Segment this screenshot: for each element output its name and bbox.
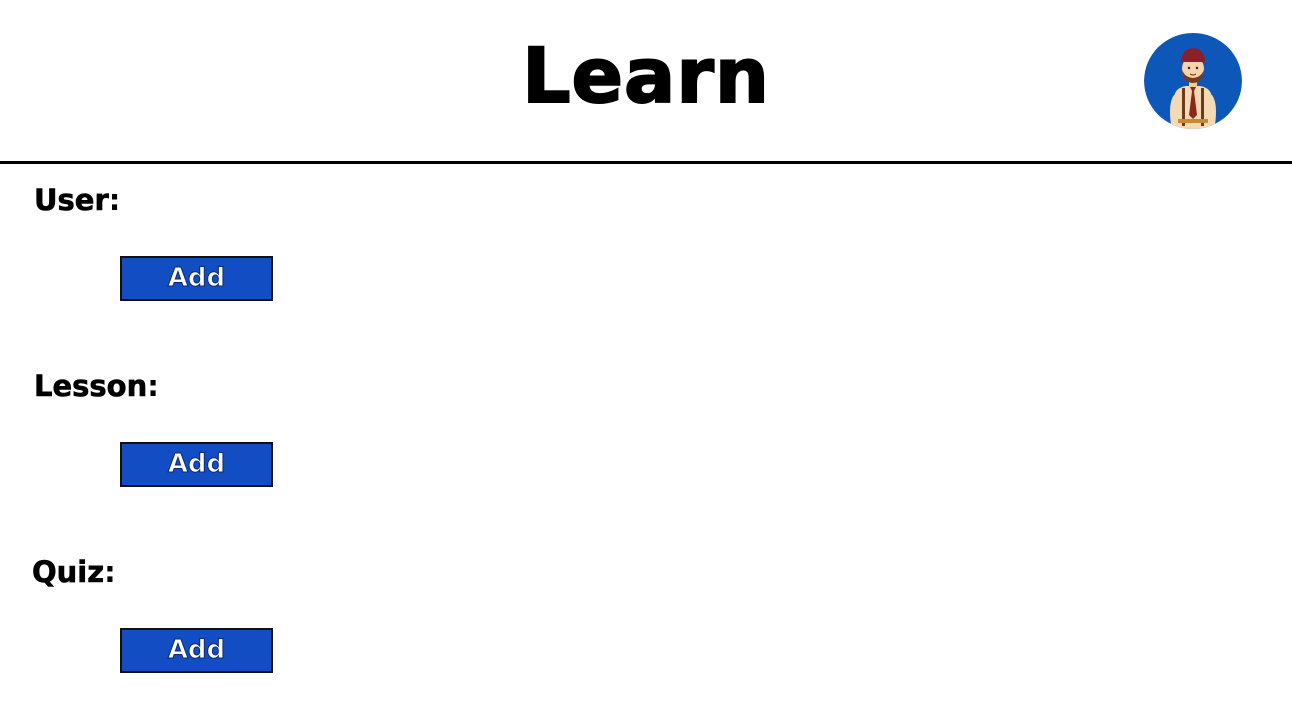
section-label-user-colon: : — [108, 183, 121, 217]
add-user-button[interactable]: Add — [120, 256, 273, 301]
section-label-lesson: Lesson: — [34, 368, 159, 404]
user-avatar[interactable] — [1144, 33, 1242, 129]
add-lesson-button[interactable]: Add — [120, 442, 273, 487]
section-label-lesson-colon: : — [147, 369, 159, 403]
section-label-lesson-text: Lesson — [34, 369, 148, 404]
section-label-quiz-colon: : — [104, 555, 116, 589]
page-title: Learn — [521, 30, 770, 121]
section-label-quiz-text: Quiz — [32, 555, 105, 590]
section-label-user-text: User — [34, 183, 109, 218]
header-divider — [0, 161, 1292, 164]
user-avatar-icon — [1144, 33, 1242, 129]
add-quiz-button[interactable]: Add — [120, 628, 273, 673]
section-label-user: User: — [34, 182, 121, 218]
section-label-quiz: Quiz: — [32, 554, 116, 590]
